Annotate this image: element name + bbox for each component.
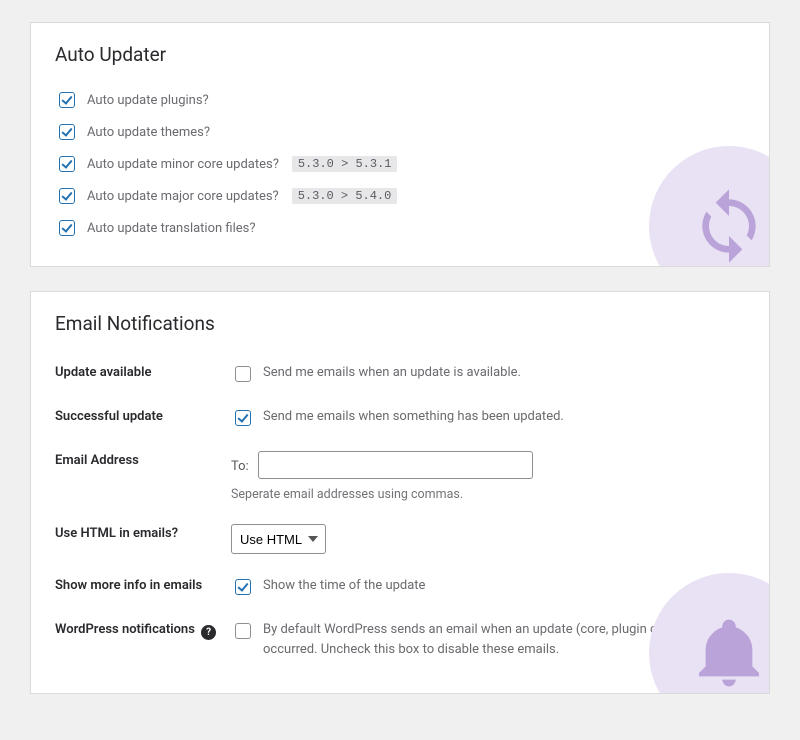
auto-update-plugins-checkbox[interactable] (59, 92, 75, 108)
auto-update-major-core-checkbox[interactable] (59, 188, 75, 204)
auto-update-plugins-label: Auto update plugins? (87, 93, 209, 108)
checkbox-update-available[interactable] (235, 366, 251, 382)
heading-email-notifications: Email Notifications (55, 312, 745, 335)
panel-auto-updater: Auto Updater Auto update plugins? Auto u… (30, 22, 770, 267)
checkbox-successful-update-label: Send me emails when something has been u… (263, 407, 564, 427)
label-wp-notifications: WordPress notifications ? (55, 610, 231, 671)
label-use-html: Use HTML in emails? (55, 514, 231, 566)
checkbox-wp-notifications[interactable] (235, 623, 251, 639)
label-more-info: Show more info in emails (55, 566, 231, 610)
help-icon[interactable]: ? (201, 625, 216, 640)
auto-update-major-core-row: Auto update major core updates? 5.3.0 > … (55, 180, 745, 212)
hint-email-separator: Seperate email addresses using commas. (231, 487, 745, 502)
auto-update-translations-checkbox[interactable] (59, 220, 75, 236)
auto-update-minor-core-label: Auto update minor core updates? (87, 157, 279, 172)
auto-update-major-core-label: Auto update major core updates? (87, 189, 279, 204)
minor-core-version-badge: 5.3.0 > 5.3.1 (292, 156, 398, 172)
checkbox-more-info-label: Show the time of the update (263, 576, 425, 596)
major-core-version-badge: 5.3.0 > 5.4.0 (292, 188, 398, 204)
auto-update-themes-checkbox[interactable] (59, 124, 75, 140)
label-update-available: Update available (55, 353, 231, 397)
checkbox-wp-notifications-label: By default WordPress sends an email when… (263, 620, 745, 659)
auto-update-translations-label: Auto update translation files? (87, 221, 256, 236)
select-use-html[interactable]: Use HTML (231, 524, 326, 554)
input-email-address[interactable] (258, 451, 533, 479)
heading-auto-updater: Auto Updater (55, 43, 745, 66)
label-to: To: (231, 459, 249, 474)
checkbox-successful-update[interactable] (235, 410, 251, 426)
auto-update-themes-label: Auto update themes? (87, 125, 210, 140)
auto-update-plugins-row: Auto update plugins? (55, 84, 745, 116)
auto-update-translations-row: Auto update translation files? (55, 212, 745, 244)
checkbox-more-info[interactable] (235, 579, 251, 595)
checkbox-update-available-label: Send me emails when an update is availab… (263, 363, 521, 383)
panel-email-notifications: Email Notifications Update available Sen… (30, 291, 770, 694)
auto-update-minor-core-row: Auto update minor core updates? 5.3.0 > … (55, 148, 745, 180)
auto-update-themes-row: Auto update themes? (55, 116, 745, 148)
auto-update-minor-core-checkbox[interactable] (59, 156, 75, 172)
label-successful-update: Successful update (55, 397, 231, 441)
label-email-address: Email Address (55, 441, 231, 514)
